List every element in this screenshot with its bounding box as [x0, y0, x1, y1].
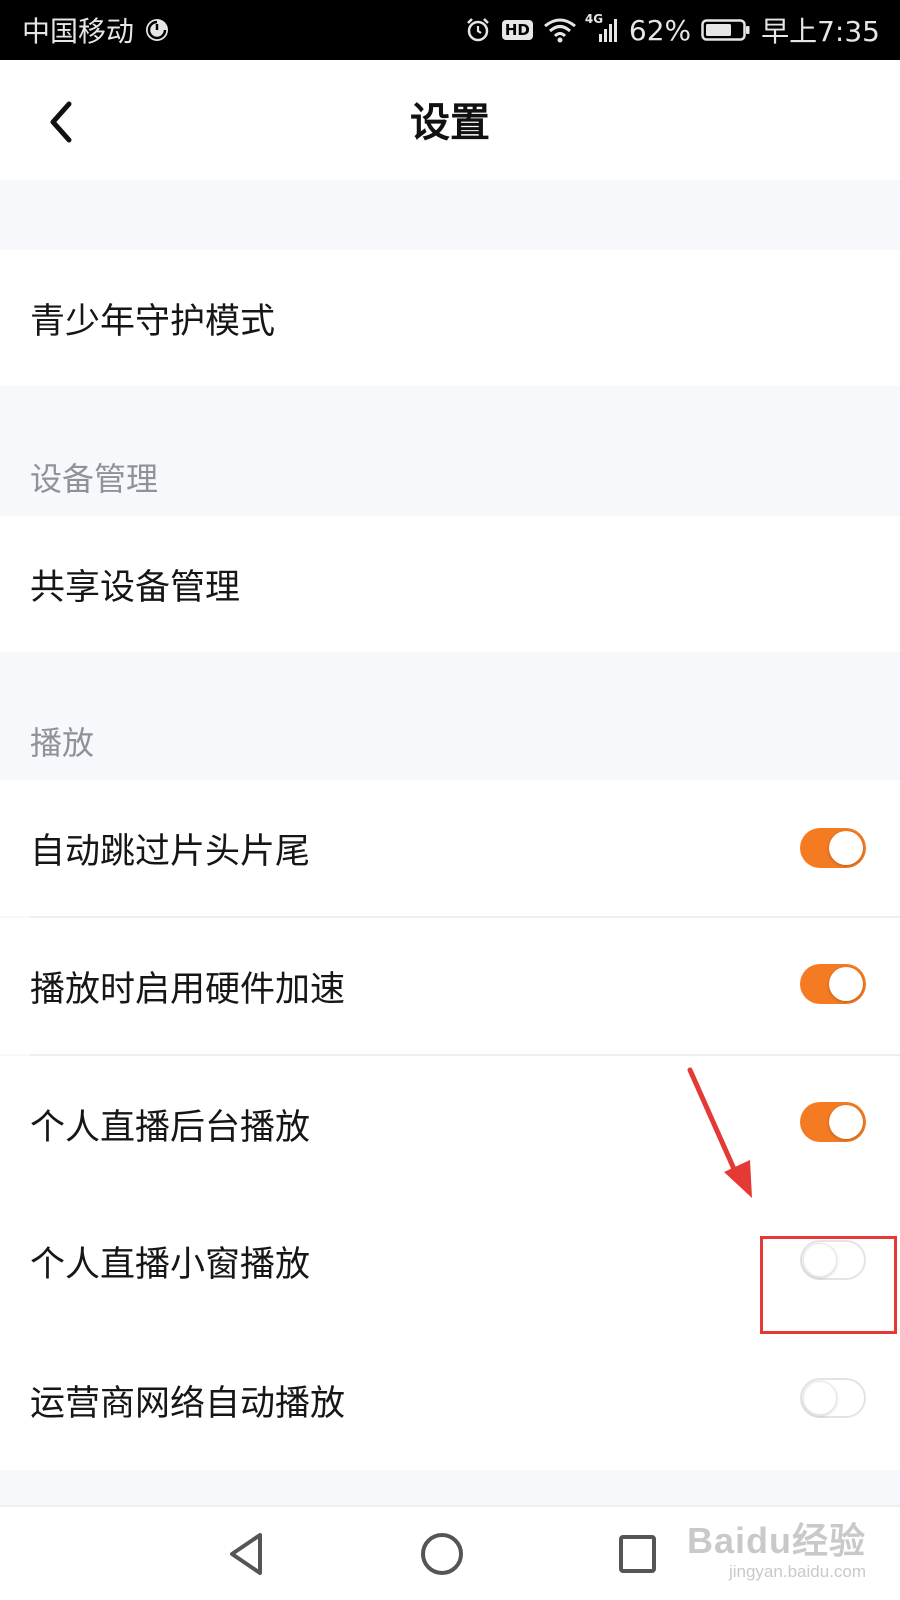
live-background-toggle[interactable] — [800, 1102, 866, 1142]
skip-intro-toggle[interactable] — [800, 828, 866, 868]
skip-intro-label: 自动跳过片头片尾 — [30, 831, 311, 872]
hw-accel-label: 播放时启用硬件加速 — [30, 969, 346, 1010]
shared-devices-label: 共享设备管理 — [30, 567, 241, 608]
status-bar: 中国移动 HD 4G 62% 早上7:35 — [0, 0, 900, 60]
shared-devices-row[interactable]: 共享设备管理 — [0, 516, 900, 652]
nav-home-button[interactable] — [417, 1529, 467, 1579]
signal-icon: 4G — [585, 12, 619, 44]
carrier-label: 中国移动 — [22, 15, 135, 48]
nav-recents-button[interactable] — [612, 1529, 662, 1579]
wifi-icon — [543, 16, 577, 44]
network-type-label: 4G — [584, 12, 604, 26]
nav-back-button[interactable] — [222, 1529, 272, 1579]
section-header-device: 设备管理 — [0, 386, 900, 516]
battery-icon — [701, 18, 751, 42]
hd-icon: HD — [501, 20, 533, 40]
toggle-knob — [829, 831, 863, 865]
toggle-knob — [803, 1381, 837, 1415]
battery-percent: 62% — [628, 13, 692, 47]
toggle-knob — [829, 967, 863, 1001]
cellular-autoplay-toggle[interactable] — [800, 1378, 866, 1418]
cellular-autoplay-label: 运营商网络自动播放 — [30, 1383, 346, 1424]
watermark-main: Baidu经验 — [686, 1520, 866, 1561]
live-pip-label: 个人直播小窗播放 — [30, 1244, 311, 1285]
alarm-icon — [464, 16, 492, 44]
carrier-sync-icon — [144, 17, 170, 43]
watermark-sub: jingyan.baidu.com — [728, 1562, 866, 1581]
clock: 早上7:35 — [761, 15, 880, 48]
youth-mode-label: 青少年守护模式 — [30, 301, 276, 342]
annotation-highlight-box — [760, 1236, 897, 1334]
hw-accel-toggle[interactable] — [800, 964, 866, 1004]
annotation-arrow-icon — [687, 1067, 752, 1198]
skip-intro-row: 自动跳过片头片尾 — [0, 780, 900, 916]
baidu-watermark: Baidu经验 jingyan.baidu.com — [687, 1512, 866, 1582]
page-title: 设置 — [410, 100, 490, 146]
cellular-autoplay-row: 运营商网络自动播放 — [0, 1330, 900, 1470]
back-triangle-icon — [222, 1533, 272, 1583]
device-section-label: 设备管理 — [30, 460, 159, 498]
app-header: 设置 — [0, 60, 900, 180]
system-nav-bar: Baidu经验 jingyan.baidu.com — [0, 1505, 900, 1600]
youth-mode-row[interactable]: 青少年守护模式 — [0, 250, 900, 386]
playback-section-label: 播放 — [30, 724, 95, 762]
home-circle-icon — [417, 1533, 467, 1583]
live-background-label: 个人直播后台播放 — [30, 1107, 311, 1148]
recents-square-icon — [612, 1535, 662, 1583]
section-header-playback: 播放 — [0, 652, 900, 780]
hw-accel-row: 播放时启用硬件加速 — [0, 918, 900, 1054]
toggle-knob — [829, 1105, 863, 1139]
